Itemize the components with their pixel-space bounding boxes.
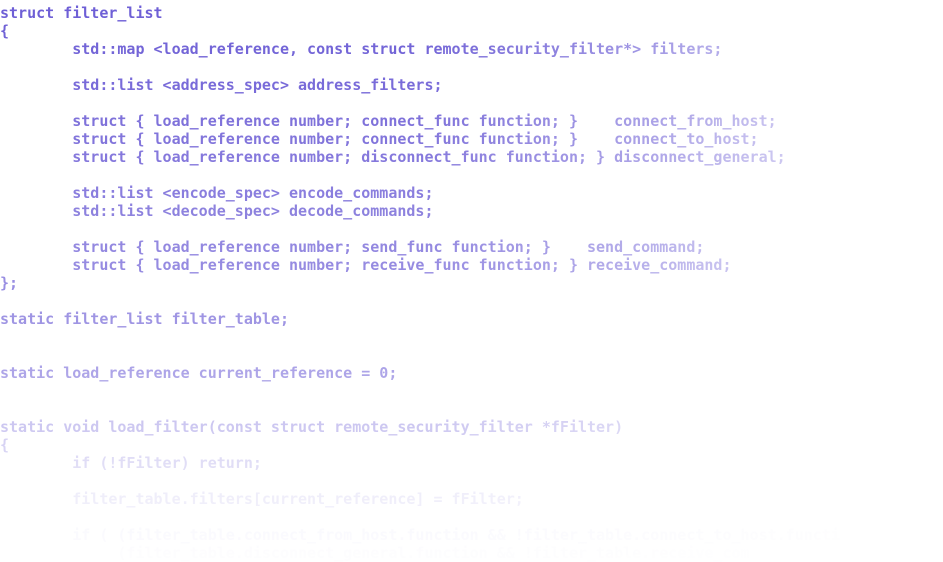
code-line: { bbox=[0, 22, 10, 40]
code-line: { bbox=[0, 436, 10, 454]
code-line: static void load_filter(const struct rem… bbox=[0, 418, 624, 436]
code-line: std::list <encode_spec> encode_commands; bbox=[0, 184, 434, 202]
code-line: struct { load_reference number; send_fun… bbox=[0, 238, 705, 256]
code-line: struct { load_reference number; disconne… bbox=[0, 148, 786, 166]
code-line: struct { load_reference number; receive_… bbox=[0, 256, 732, 274]
code-line: std::list <decode_spec> decode_commands; bbox=[0, 202, 434, 220]
code-line: struct { load_reference number; connect_… bbox=[0, 112, 777, 130]
code-line: std::list <address_spec> address_filters… bbox=[0, 76, 443, 94]
code-line: (filter_table.disconnect_general.functio… bbox=[0, 544, 750, 562]
code-line: static load_reference current_reference … bbox=[0, 364, 398, 382]
code-listing: struct filter_list { std::map <load_refe… bbox=[0, 4, 840, 562]
code-line: if (!fFilter) return; bbox=[0, 454, 262, 472]
code-line: struct filter_list bbox=[0, 4, 163, 22]
code-viewport: struct filter_list { std::map <load_refe… bbox=[0, 0, 943, 562]
code-line: if ( (filter_table.connect_from_host.fun… bbox=[0, 526, 840, 544]
code-line: }; bbox=[0, 274, 19, 292]
code-line: static filter_list filter_table; bbox=[0, 310, 289, 328]
code-line: std::map <load_reference, const struct r… bbox=[0, 40, 723, 58]
code-line: struct { load_reference number; connect_… bbox=[0, 130, 759, 148]
code-line: filter_table.filters[current_reference] … bbox=[0, 490, 524, 508]
